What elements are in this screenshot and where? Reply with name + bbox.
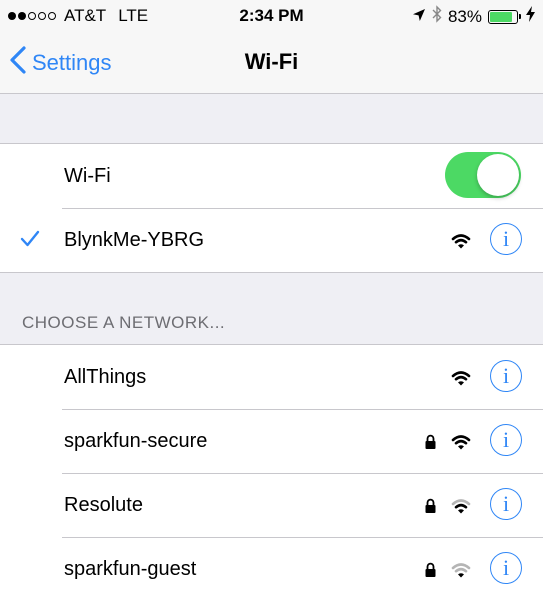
network-row[interactable]: AllThings i [0, 345, 543, 409]
bluetooth-icon [432, 5, 442, 28]
toggle-knob [477, 154, 519, 196]
network-list: AllThings i sparkfun-secure i Resolute i… [0, 344, 543, 601]
wifi-signal-icon [449, 559, 473, 584]
battery-icon [488, 9, 521, 24]
wifi-signal-icon [449, 495, 473, 520]
wifi-signal-icon [449, 367, 473, 392]
wifi-toggle-switch[interactable] [445, 152, 521, 198]
charging-bolt-icon [526, 6, 535, 27]
location-arrow-icon [412, 7, 426, 27]
info-button[interactable]: i [490, 552, 522, 584]
connected-network-row[interactable]: BlynkMe-YBRG i [0, 208, 543, 272]
navigation-bar: Settings Wi-Fi [0, 32, 543, 94]
network-name: AllThings [64, 366, 147, 388]
connected-network-name: BlynkMe-YBRG [64, 229, 205, 251]
lock-icon [424, 434, 437, 455]
network-name: sparkfun-secure [64, 430, 208, 452]
battery-percent: 83% [447, 6, 482, 26]
network-name: sparkfun-guest [64, 558, 197, 580]
lock-icon [424, 498, 437, 519]
network-row[interactable]: sparkfun-guest i [0, 537, 543, 601]
info-button[interactable]: i [490, 424, 522, 456]
network-name: Resolute [64, 494, 143, 516]
wifi-signal-icon [449, 431, 473, 456]
status-bar: AT&T LTE 2:34 PM 83% [0, 0, 543, 32]
info-button[interactable]: i [490, 360, 522, 392]
section-header: CHOOSE A NETWORK... [22, 313, 226, 332]
checkmark-icon [20, 230, 40, 253]
status-right: 83% [412, 5, 535, 28]
lock-icon [424, 562, 437, 583]
wifi-toggle-row: Wi-Fi [0, 144, 543, 208]
wifi-status-group: Wi-Fi BlynkMe-YBRG i [0, 143, 543, 273]
info-button[interactable]: i [490, 223, 522, 255]
network-row[interactable]: Resolute i [0, 473, 543, 537]
info-button[interactable]: i [490, 488, 522, 520]
battery-fill [490, 11, 512, 22]
page-title: Wi-Fi [244, 49, 299, 74]
wifi-toggle-label: Wi-Fi [64, 165, 111, 187]
wifi-signal-icon [449, 230, 473, 255]
network-row[interactable]: sparkfun-secure i [0, 409, 543, 473]
